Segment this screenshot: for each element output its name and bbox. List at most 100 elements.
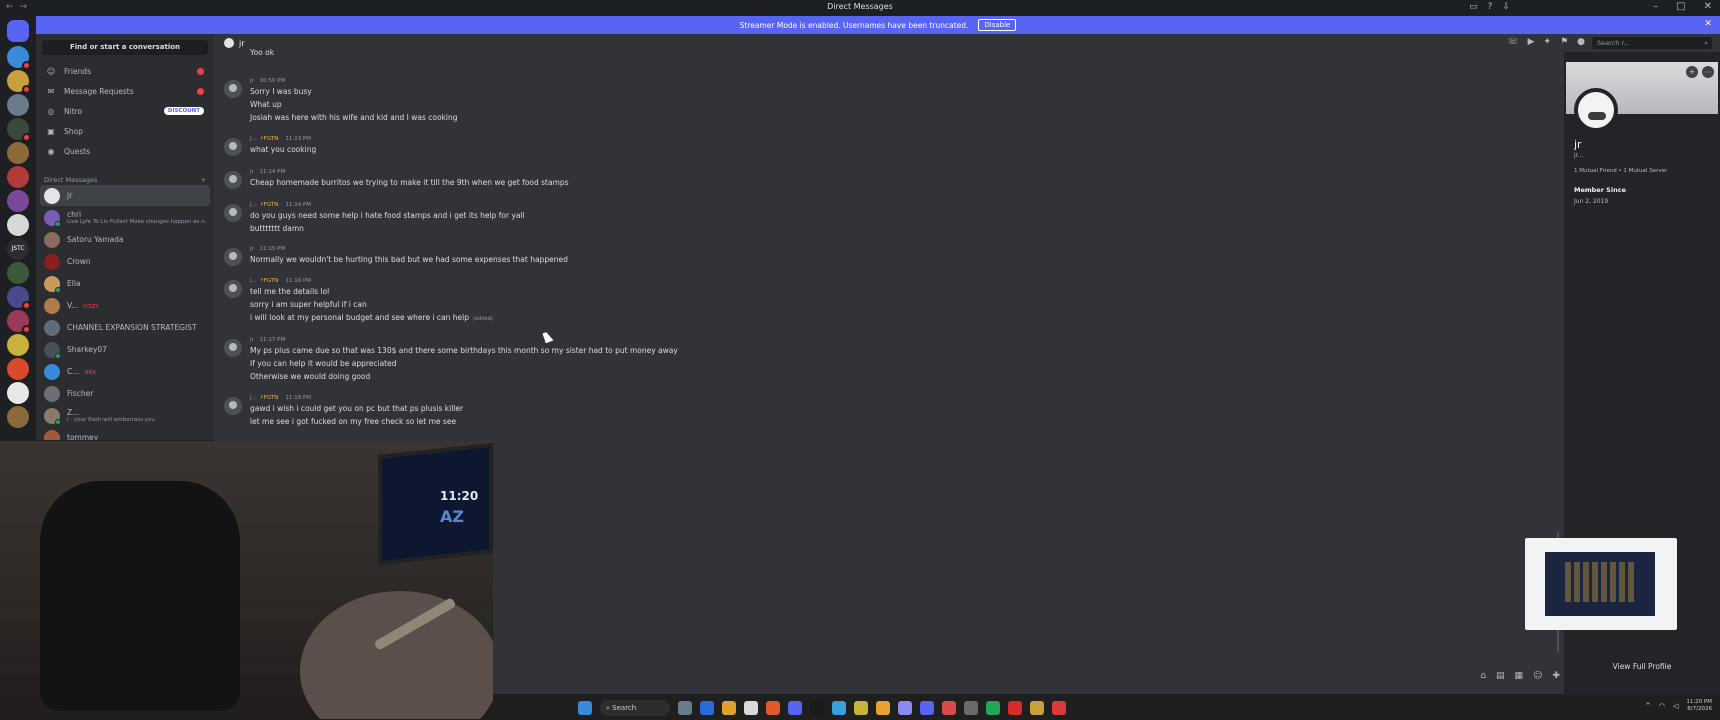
message-avatar[interactable] <box>224 339 242 357</box>
server-icon[interactable] <box>7 334 29 356</box>
search-input[interactable]: Search r... ⌕ <box>1592 37 1712 49</box>
profile-toggle-icon[interactable]: ● <box>1577 37 1585 47</box>
apps-icon[interactable]: ✚ <box>1552 671 1560 681</box>
nav-nitro[interactable]: ◎ Nitro DISCOUNT <box>40 102 210 120</box>
dm-item[interactable]: Fischer <box>40 383 210 404</box>
dm-item[interactable]: CHANNEL EXPANSION STRATEGIST <box>40 317 210 338</box>
nav-friends[interactable]: ☺ Friends <box>40 62 210 80</box>
server-icon[interactable] <box>7 94 29 116</box>
volume-icon[interactable]: ◁ <box>1673 702 1678 710</box>
message-author[interactable]: jr <box>250 337 254 343</box>
server-icon[interactable] <box>7 286 31 310</box>
server-icon[interactable]: JSTC <box>7 238 29 260</box>
gif-icon[interactable]: ▤ <box>1496 671 1505 681</box>
message-avatar[interactable] <box>224 248 242 266</box>
message-author[interactable]: jr <box>250 169 254 175</box>
server-icon[interactable] <box>7 190 29 212</box>
message-author[interactable]: j... <box>250 202 257 208</box>
server-icon[interactable] <box>7 214 29 236</box>
voice-call-icon[interactable]: ☏ <box>1507 37 1518 47</box>
clock[interactable]: 11:20 PM 8/7/2026 <box>1686 699 1712 713</box>
disable-button[interactable]: Disable <box>978 19 1017 31</box>
app-icon[interactable] <box>964 701 978 715</box>
server-icon[interactable] <box>7 142 29 164</box>
home-button[interactable] <box>7 20 29 42</box>
dm-item[interactable]: Z... i - your flash will embarrass you <box>40 405 210 426</box>
pin-icon[interactable]: ✦ <box>1544 37 1552 47</box>
emoji-icon[interactable]: ☺ <box>1533 671 1542 681</box>
message-author[interactable]: jr <box>250 246 254 252</box>
widgets-icon[interactable] <box>678 701 692 715</box>
steam-icon[interactable] <box>810 701 824 715</box>
nav-shop[interactable]: ▣ Shop <box>40 122 210 140</box>
message-author[interactable]: j... <box>250 136 257 142</box>
tray-chevron-icon[interactable]: ^ <box>1645 702 1651 710</box>
chat-recipient[interactable]: jr <box>224 38 245 48</box>
server-icon[interactable] <box>7 358 29 380</box>
file-explorer-icon[interactable] <box>722 701 736 715</box>
gift-icon[interactable]: ⌂ <box>1480 671 1486 681</box>
banner-close-icon[interactable]: ✕ <box>1704 19 1712 29</box>
server-icon[interactable] <box>7 118 31 142</box>
dm-item[interactable]: Ella <box>40 273 210 294</box>
app-icon[interactable] <box>986 701 1000 715</box>
message-avatar[interactable] <box>224 204 242 222</box>
app-icon[interactable] <box>1030 701 1044 715</box>
dm-item[interactable]: Satoru Yamada <box>40 229 210 250</box>
more-icon[interactable]: ⋯ <box>1702 66 1714 78</box>
app-icon[interactable] <box>832 701 846 715</box>
maximize-icon[interactable]: □ <box>1676 1 1685 12</box>
help-icon[interactable]: ? <box>1488 2 1493 12</box>
dm-item[interactable]: jr <box>40 185 210 206</box>
message-author[interactable]: j... <box>250 395 257 401</box>
dm-item[interactable]: C... NBA <box>40 361 210 382</box>
message-avatar[interactable] <box>224 80 242 98</box>
message-avatar[interactable] <box>224 171 242 189</box>
server-icon[interactable] <box>7 382 29 404</box>
dm-item[interactable]: V... COZY <box>40 295 210 316</box>
app-icon[interactable] <box>920 701 934 715</box>
server-icon[interactable] <box>7 70 31 94</box>
game-preview-thumbnail[interactable] <box>1525 538 1677 630</box>
app-icon[interactable] <box>942 701 956 715</box>
edge-icon[interactable] <box>700 701 714 715</box>
server-icon[interactable] <box>7 406 29 428</box>
message-avatar[interactable] <box>224 280 242 298</box>
message-author[interactable]: j... <box>250 278 257 284</box>
discord-icon[interactable] <box>788 701 802 715</box>
sticker-icon[interactable]: ▦ <box>1515 671 1524 681</box>
view-full-profile-button[interactable]: View Full Profile <box>1564 662 1720 671</box>
inbox-icon[interactable]: ▭ <box>1469 2 1478 12</box>
dm-item[interactable]: Crown <box>40 251 210 272</box>
download-icon[interactable]: ⇩ <box>1502 2 1510 12</box>
create-dm-icon[interactable]: + <box>201 176 206 184</box>
message-avatar[interactable] <box>224 397 242 415</box>
add-friends-icon[interactable]: ⚑ <box>1560 37 1568 47</box>
video-call-icon[interactable]: ▶ <box>1528 37 1535 47</box>
store-icon[interactable] <box>744 701 758 715</box>
profile-avatar[interactable] <box>1574 88 1618 132</box>
close-icon[interactable]: ✕ <box>1704 1 1712 12</box>
message-author[interactable]: jr <box>250 78 254 84</box>
server-icon[interactable] <box>7 46 31 70</box>
minimize-icon[interactable]: – <box>1653 1 1658 12</box>
app-icon[interactable] <box>1008 701 1022 715</box>
nav-quests[interactable]: ◉ Quests <box>40 142 210 160</box>
add-friend-icon[interactable]: + <box>1686 66 1698 78</box>
chrome-icon[interactable] <box>876 701 890 715</box>
taskbar-search[interactable]: ⌕ Search <box>600 700 670 716</box>
server-icon[interactable] <box>7 262 29 284</box>
find-conversation-button[interactable]: Find or start a conversation <box>42 40 208 55</box>
network-icon[interactable]: ◠ <box>1659 702 1665 710</box>
dm-item[interactable]: chri Live Lyfe To Liv Fullest Make change… <box>40 207 210 228</box>
dm-item[interactable]: tommey <box>40 427 210 440</box>
message-avatar[interactable] <box>224 138 242 156</box>
nav-message-requests[interactable]: ✉ Message Requests <box>40 82 210 100</box>
app-icon[interactable] <box>1052 701 1066 715</box>
start-icon[interactable] <box>578 701 592 715</box>
mutual-info[interactable]: 1 Mutual Friend • 1 Mutual Server <box>1574 168 1667 174</box>
server-icon[interactable] <box>7 310 31 334</box>
app-icon[interactable] <box>898 701 912 715</box>
dm-item[interactable]: Sharkey07 <box>40 339 210 360</box>
server-icon[interactable] <box>7 166 29 188</box>
